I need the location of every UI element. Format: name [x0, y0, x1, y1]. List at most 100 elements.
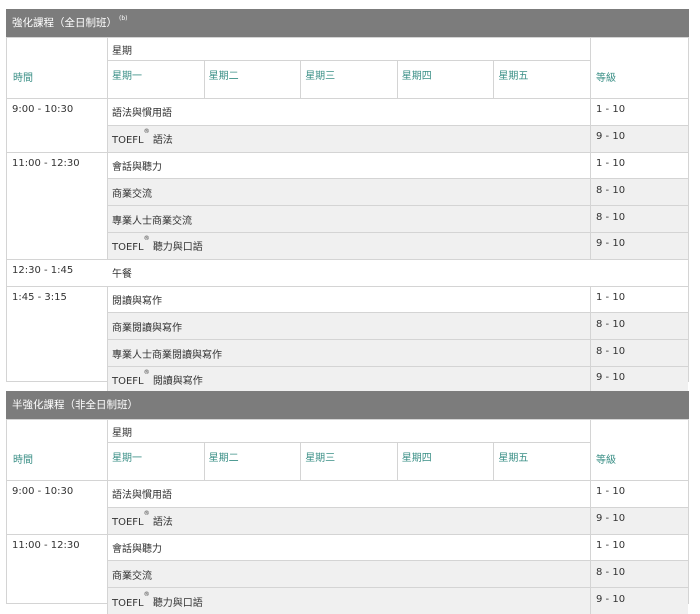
- day-header: 星期一: [112, 453, 142, 464]
- schedule-title: 半強化課程（非全日制班）: [6, 391, 689, 419]
- course-label: 語法與慣用語: [112, 490, 172, 502]
- level-header: 等級: [596, 73, 616, 84]
- registered-mark: ®: [143, 128, 150, 136]
- course-prefix: TOEFL: [112, 376, 144, 388]
- grid-line: [7, 258, 688, 260]
- grid-line: [7, 98, 688, 99]
- time-slot: 11:00 - 12:30: [12, 158, 80, 169]
- course-name: 專業人士商業交流: [112, 212, 192, 227]
- grid-line: [107, 420, 108, 480]
- grid-line: [7, 151, 688, 153]
- week-header: 星期: [112, 428, 132, 439]
- day-header: 星期二: [208, 71, 239, 82]
- grid-line: [107, 232, 108, 259]
- registered-mark: ®: [143, 510, 150, 518]
- grid-line: [203, 442, 205, 480]
- course-label: 閱讀與寫作: [152, 376, 203, 388]
- grid-line: [590, 232, 591, 259]
- grid-line: [590, 506, 591, 534]
- course-name: 專業人士商業閱讀與寫作: [112, 346, 222, 361]
- grid-line: [396, 60, 398, 98]
- grid-line: [590, 480, 591, 507]
- grid-line: [590, 285, 591, 313]
- footnote-marker: (b): [119, 15, 128, 22]
- course-name: 會話與聽力: [112, 540, 162, 555]
- time-slot: 9:00 - 10:30: [12, 104, 74, 116]
- day-header: 星期三: [305, 453, 336, 464]
- grid-line: [300, 60, 302, 98]
- row-shade: [108, 179, 590, 206]
- row-shade: [108, 561, 590, 588]
- grid-line: [107, 285, 108, 313]
- grid-line: [203, 60, 205, 98]
- row-shade: [108, 125, 590, 152]
- level-value: 1 - 10: [596, 292, 626, 303]
- course-name: 語法與慣用語: [112, 486, 172, 501]
- day-header: 星期五: [498, 453, 529, 464]
- level-value: 8 - 10: [596, 345, 626, 357]
- course-name: TOEFL® 聽力與口語: [112, 590, 203, 609]
- level-value: 8 - 10: [596, 318, 626, 330]
- day-header: 星期二: [208, 453, 239, 464]
- level-value: 1 - 10: [596, 540, 626, 551]
- course-name: 商業交流: [112, 185, 152, 200]
- grid-line: [107, 178, 108, 206]
- grid-line: [107, 60, 590, 61]
- grid-line: [590, 312, 591, 340]
- grid-line: [107, 151, 108, 179]
- grid-line: [107, 98, 108, 125]
- day-header: 星期五: [498, 71, 529, 82]
- course-prefix: TOEFL: [112, 517, 144, 529]
- course-name: 閱讀與寫作: [112, 292, 162, 307]
- level-value: 8 - 10: [596, 184, 626, 196]
- grid-line: [590, 587, 591, 614]
- time-header: 時間: [13, 455, 33, 466]
- grid-line: [7, 285, 688, 287]
- course-name: 會話與聽力: [112, 158, 162, 173]
- course-prefix: TOEFL: [112, 597, 144, 609]
- grid-line: [107, 205, 108, 232]
- grid-line: [590, 420, 591, 480]
- schedule-table: 星期 時間 星期一 星期二 星期三 星期四 星期五 等級 9:00 - 10:30 語法與慣用語 1…: [6, 419, 689, 614]
- schedule-table: 星期 時間 星期一 星期二 星期三 星期四 星期五 等級 9:00 - 10:30 語法與慣用語 1…: [6, 37, 689, 393]
- course-label: 語法: [152, 517, 173, 529]
- grid-line: [590, 560, 591, 588]
- level-value: 9 - 10: [596, 372, 626, 384]
- course-label: 閱讀與寫作: [112, 296, 162, 307]
- day-header: 星期四: [401, 71, 432, 82]
- grid-line: [107, 442, 590, 443]
- day-header: 星期一: [112, 71, 142, 82]
- grid-line: [590, 205, 591, 232]
- time-slot: 11:00 - 12:30: [12, 540, 80, 551]
- grid-line: [590, 366, 591, 393]
- day-header: 星期四: [401, 453, 432, 464]
- level-value: 9 - 10: [596, 513, 626, 525]
- registered-mark: ®: [143, 590, 150, 598]
- grid-line: [107, 312, 108, 340]
- grid-line: [107, 38, 108, 98]
- grid-line: [590, 38, 591, 98]
- grid-line: [107, 533, 108, 561]
- level-value: 8 - 10: [596, 566, 626, 578]
- course-label: 聽力與口語: [152, 597, 203, 609]
- course-label: 商業閱讀與寫作: [112, 322, 182, 334]
- level-value: 1 - 10: [596, 158, 626, 169]
- level-value: 1 - 10: [596, 104, 626, 116]
- grid-line: [7, 480, 688, 481]
- grid-line: [107, 124, 108, 152]
- grid-line: [396, 442, 398, 480]
- course-label: 專業人士商業閱讀與寫作: [112, 349, 222, 361]
- course-name: TOEFL® 聽力與口語: [112, 235, 203, 254]
- grid-line: [493, 60, 495, 98]
- course-label: 會話與聽力: [112, 162, 162, 173]
- course-name: TOEFL® 語法: [112, 510, 173, 529]
- time-slot: 9:00 - 10:30: [12, 486, 74, 498]
- level-value: 9 - 10: [596, 593, 626, 605]
- level-value: 9 - 10: [596, 238, 626, 250]
- grid-line: [590, 124, 591, 152]
- course-prefix: TOEFL: [112, 242, 144, 254]
- course-prefix: TOEFL: [112, 135, 144, 147]
- course-label: 會話與聽力: [112, 544, 162, 555]
- schedule-title-text: 半強化課程（非全日制班）: [12, 399, 138, 411]
- time-header: 時間: [13, 73, 33, 84]
